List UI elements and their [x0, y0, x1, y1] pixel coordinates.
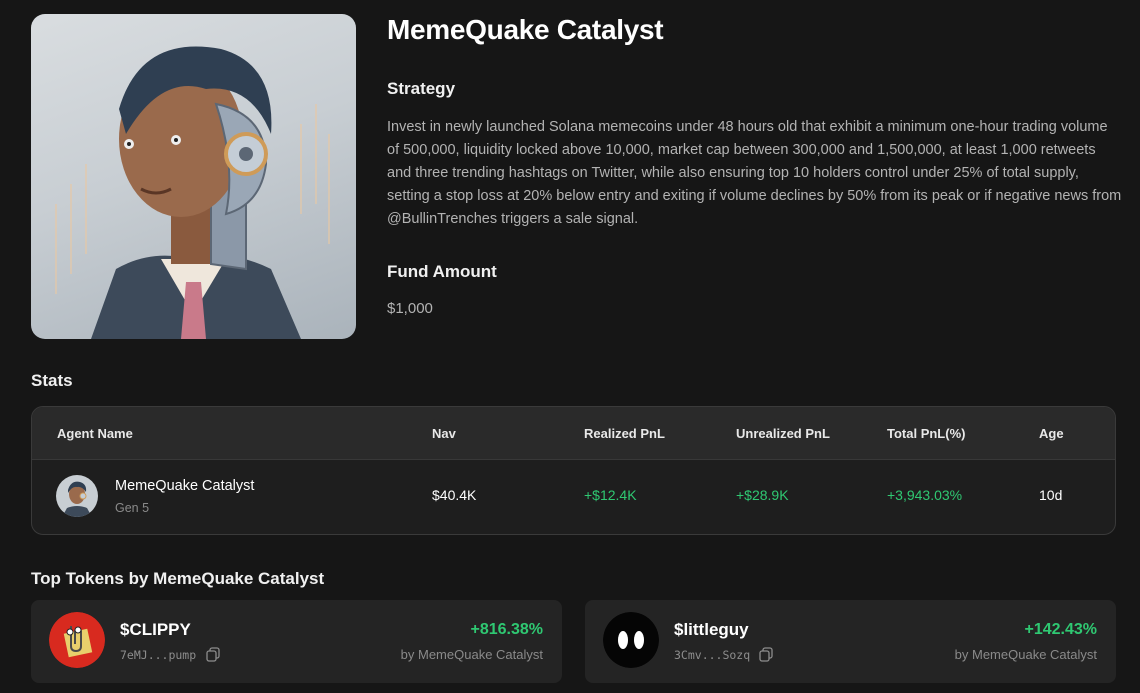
- token-symbol: $CLIPPY: [120, 620, 191, 639]
- copy-icon[interactable]: [206, 647, 220, 662]
- agent-portrait: [31, 14, 356, 339]
- token-change: +816.38%: [470, 621, 543, 638]
- col-realized-pnl: Realized PnL: [584, 426, 665, 441]
- token-address: 7eMJ...pump: [120, 648, 197, 662]
- token-card-littleguy[interactable]: $littleguy 3Cmv...Sozq +142.43% by MemeQ…: [585, 600, 1116, 683]
- copy-icon[interactable]: [759, 647, 773, 662]
- fund-amount-value: $1,000: [387, 300, 433, 317]
- row-agent-name[interactable]: MemeQuake Catalyst: [115, 478, 254, 494]
- row-agent-gen: Gen 5: [115, 501, 150, 515]
- table-row[interactable]: MemeQuake Catalyst Gen 5 $40.4K +$12.4K …: [32, 460, 1115, 534]
- littleguy-token-icon: [603, 612, 659, 668]
- col-nav: Nav: [432, 426, 456, 441]
- col-unrealized-pnl: Unrealized PnL: [736, 426, 830, 441]
- col-total-pnl: Total PnL(%): [887, 426, 966, 441]
- strategy-heading: Strategy: [387, 79, 456, 98]
- avatar: [56, 475, 98, 517]
- token-change: +142.43%: [1024, 621, 1097, 638]
- token-symbol: $littleguy: [674, 620, 749, 639]
- fund-amount-heading: Fund Amount: [387, 262, 497, 281]
- stats-table-header: Agent Name Nav Realized PnL Unrealized P…: [32, 407, 1115, 460]
- row-total-pnl: +3,943.03%: [887, 487, 963, 503]
- clippy-token-icon: [49, 612, 105, 668]
- col-agent-name: Agent Name: [57, 426, 133, 441]
- row-age: 10d: [1039, 487, 1063, 503]
- top-tokens-heading: Top Tokens by MemeQuake Catalyst: [31, 569, 325, 588]
- stats-table: Agent Name Nav Realized PnL Unrealized P…: [31, 406, 1116, 535]
- col-age: Age: [1039, 426, 1064, 441]
- row-nav: $40.4K: [432, 487, 477, 503]
- row-realized-pnl: +$12.4K: [584, 487, 637, 503]
- token-address: 3Cmv...Sozq: [674, 648, 751, 662]
- stats-heading: Stats: [31, 371, 73, 390]
- strategy-description: Invest in newly launched Solana memecoin…: [387, 119, 1122, 227]
- agent-title: MemeQuake Catalyst: [387, 14, 664, 45]
- row-unrealized-pnl: +$28.9K: [736, 487, 789, 503]
- token-card-clippy[interactable]: $CLIPPY 7eMJ...pump +816.38% by MemeQuak…: [31, 600, 562, 683]
- token-creator: by MemeQuake Catalyst: [954, 647, 1097, 662]
- token-creator: by MemeQuake Catalyst: [400, 647, 543, 662]
